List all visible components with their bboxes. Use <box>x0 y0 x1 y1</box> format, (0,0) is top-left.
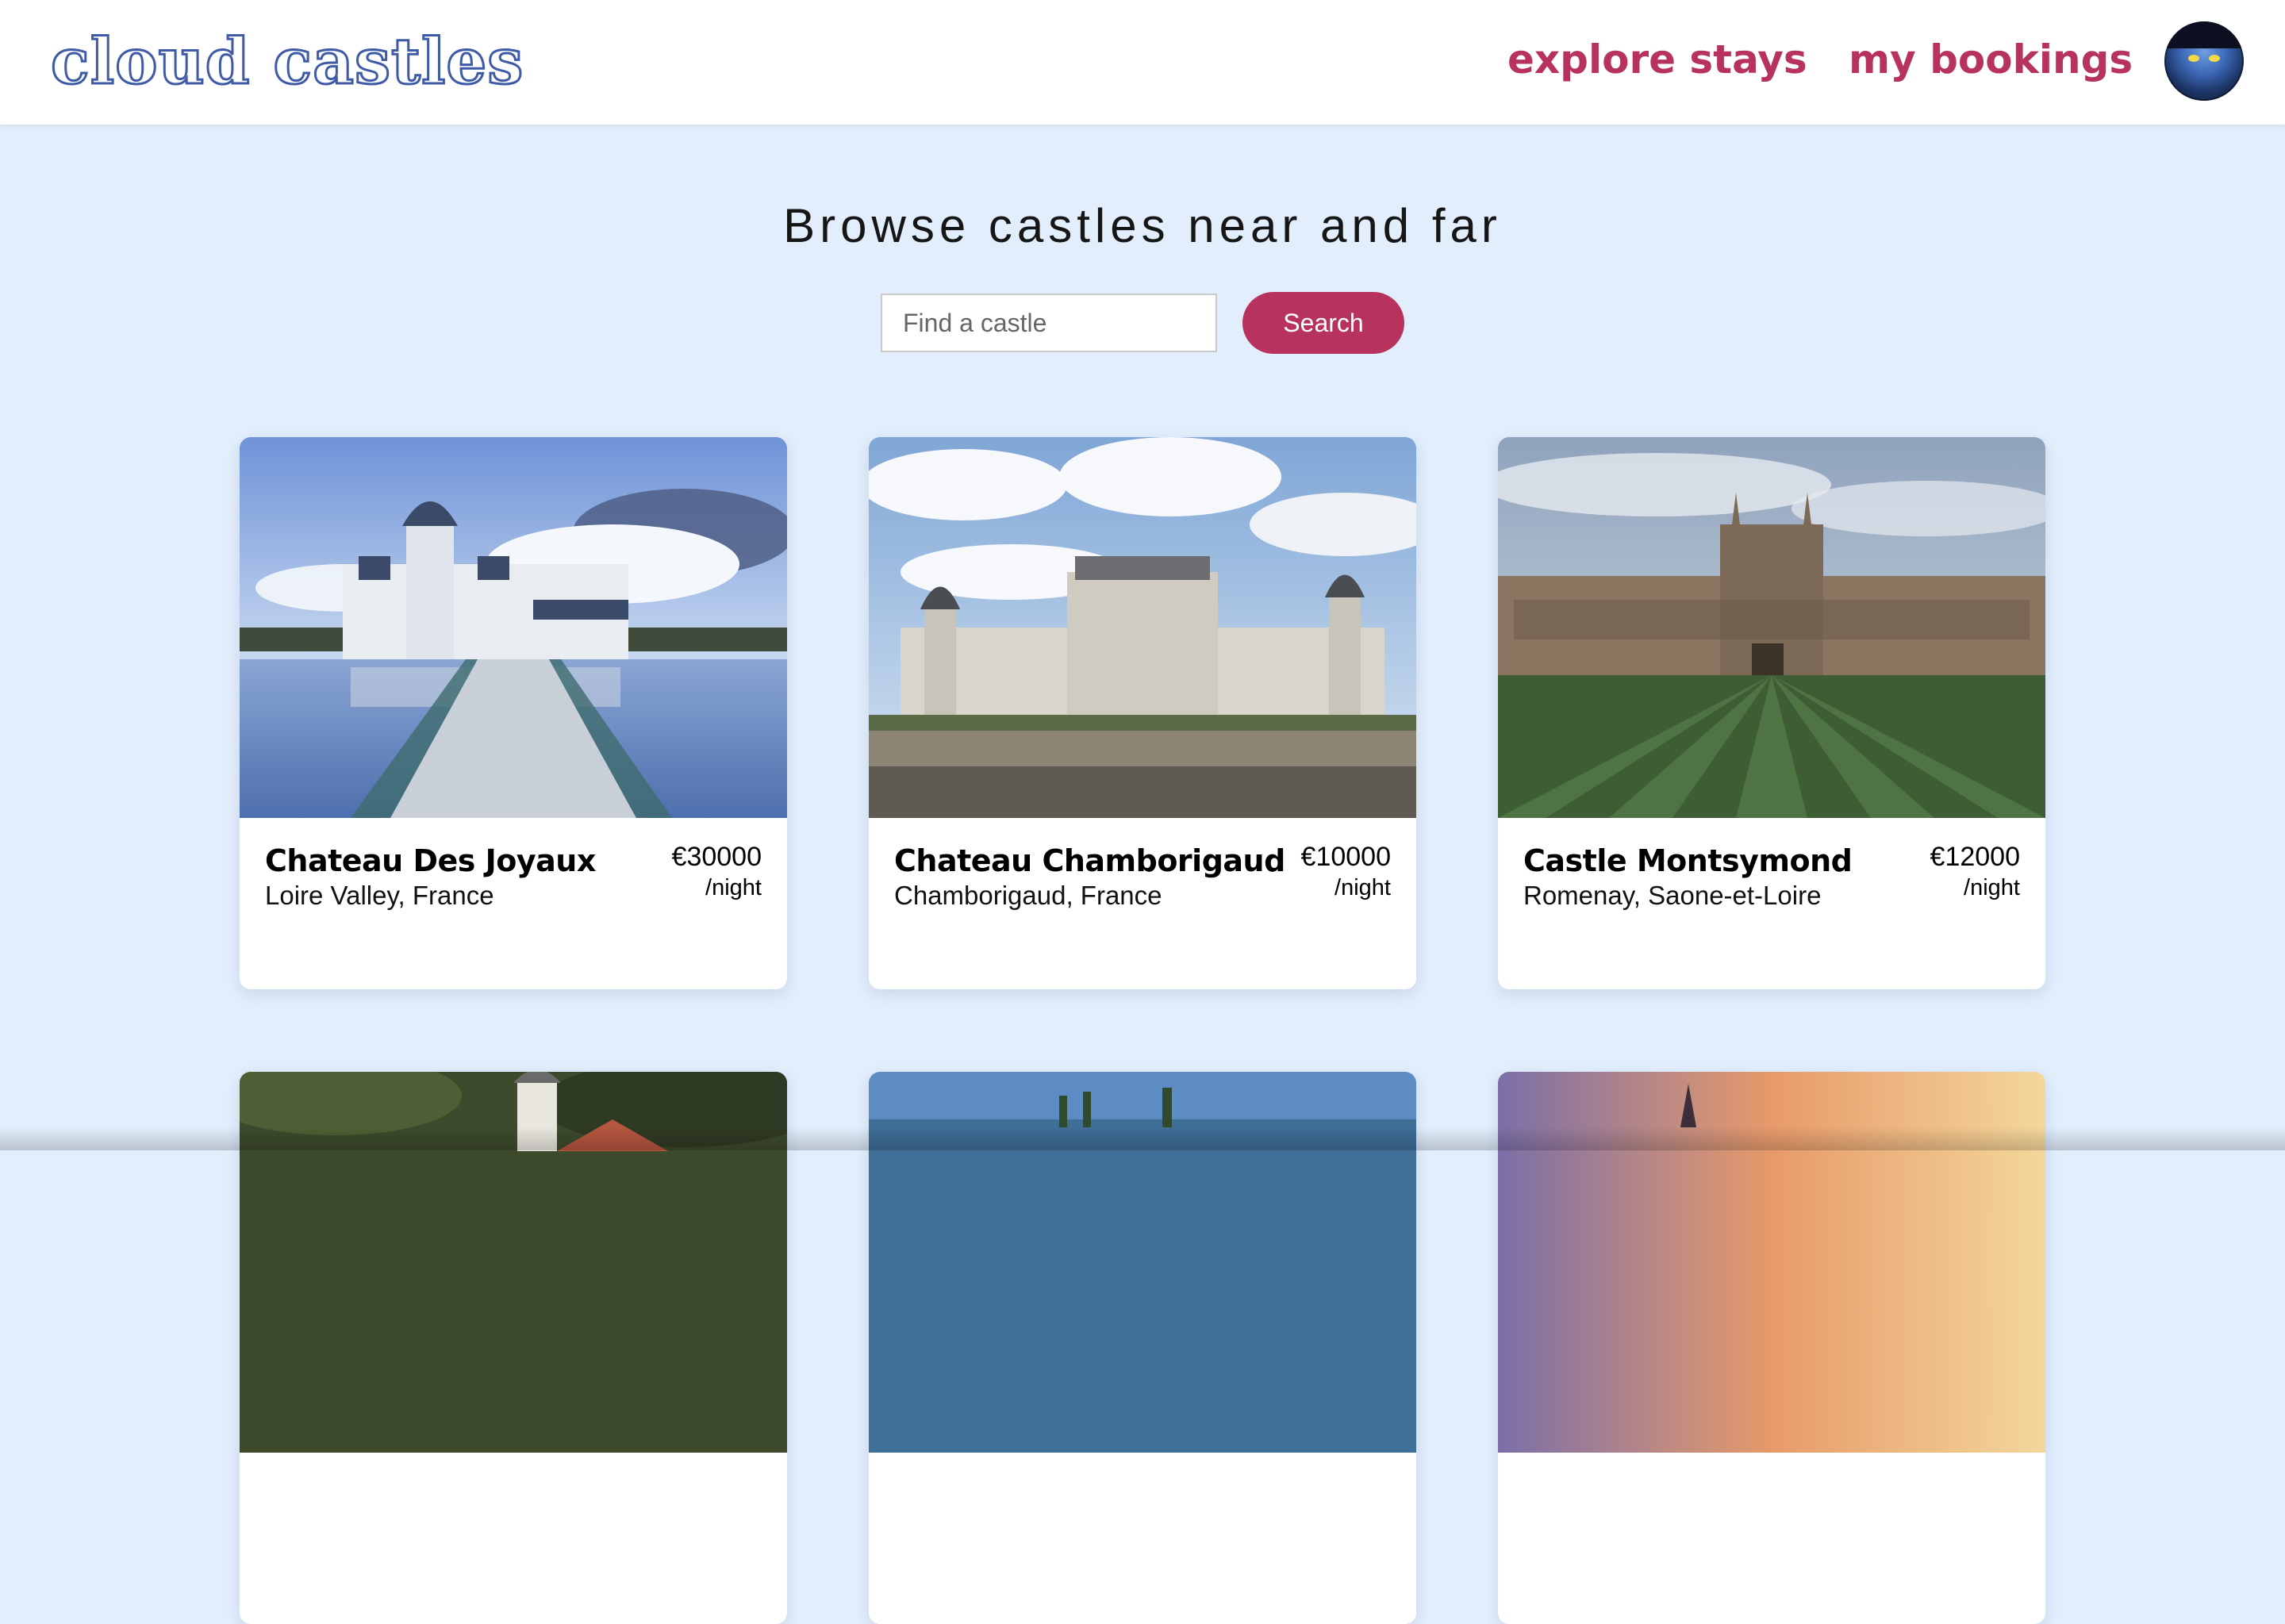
listing-photo <box>240 1072 787 1453</box>
avatar-eye-right <box>2209 55 2220 62</box>
page-title: Browse castles near and far <box>783 199 1502 252</box>
search-button[interactable]: Search <box>1242 292 1404 354</box>
listing-photo <box>1498 437 2045 818</box>
listing-photo <box>869 1072 1416 1453</box>
listing-card[interactable] <box>240 1072 787 1624</box>
avatar-hair-shape <box>2164 21 2244 48</box>
listing-price-unit: /night <box>1964 875 2020 900</box>
nav-link-explore-stays[interactable]: explore stays <box>1507 32 1807 87</box>
listing-photo <box>869 437 1416 818</box>
user-avatar-icon[interactable] <box>2164 21 2244 101</box>
listing-location: Loire Valley, France <box>265 881 494 910</box>
listing-photo <box>240 437 787 818</box>
listing-card[interactable]: Chateau Des Joyaux Loire Valley, France … <box>240 437 787 989</box>
listing-name: Castle Montsymond <box>1523 843 1853 878</box>
listing-price: €12000 <box>1930 842 2020 872</box>
listing-price: €30000 <box>671 842 762 872</box>
top-navigation-bar: cloud castles explore stays my bookings <box>0 0 2285 125</box>
listing-location: Chamborigaud, France <box>894 881 1162 910</box>
search-input[interactable] <box>881 294 1217 352</box>
listing-name: Chateau Chamborigaud <box>894 843 1285 878</box>
nav-link-my-bookings[interactable]: my bookings <box>1849 32 2133 87</box>
listing-location: Romenay, Saone-et-Loire <box>1523 881 1822 910</box>
avatar-eye-left <box>2188 55 2199 62</box>
listing-name: Chateau Des Joyaux <box>265 843 596 878</box>
listing-price: €10000 <box>1300 842 1391 872</box>
listing-price-unit: /night <box>705 875 762 900</box>
listing-card[interactable] <box>1498 1072 2045 1624</box>
listing-card[interactable]: Castle Montsymond Romenay, Saone-et-Loir… <box>1498 437 2045 989</box>
listing-photo <box>1498 1072 2045 1453</box>
listing-card[interactable] <box>869 1072 1416 1624</box>
listing-card[interactable]: Chateau Chamborigaud Chamborigaud, Franc… <box>869 437 1416 989</box>
listing-price-unit: /night <box>1335 875 1391 900</box>
site-logo[interactable]: cloud castles <box>49 17 524 105</box>
